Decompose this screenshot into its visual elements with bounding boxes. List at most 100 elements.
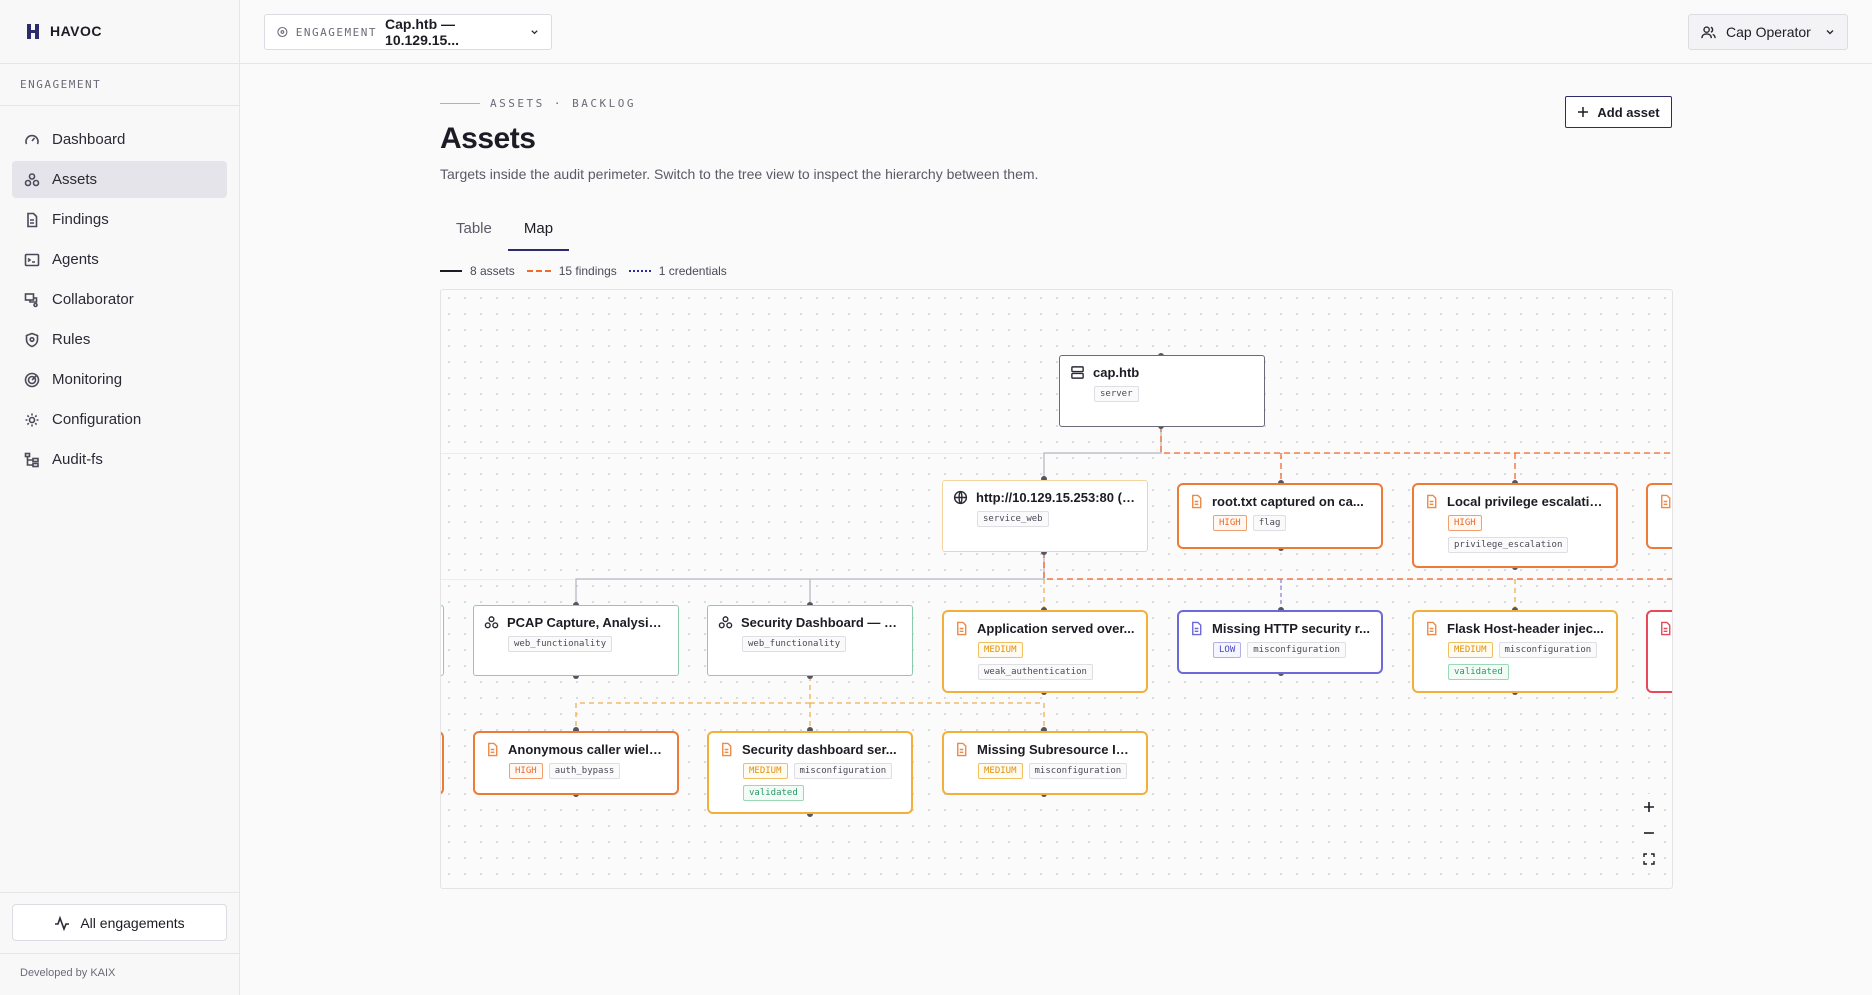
legend-findings-label: 15 findings bbox=[558, 264, 617, 278]
sidebar-item-collaborator[interactable]: Collaborator bbox=[12, 281, 227, 318]
map-node-web-functionality[interactable]: Security Dashboard — Ho... web_functiona… bbox=[707, 605, 913, 676]
havoc-logo-icon bbox=[26, 22, 40, 40]
gear-icon bbox=[25, 413, 39, 426]
page-title: Assets bbox=[440, 122, 536, 155]
sidebar-item-assets[interactable]: Assets bbox=[12, 161, 227, 198]
server-icon bbox=[1071, 366, 1084, 379]
divider bbox=[0, 105, 239, 106]
map-node-finding-partial[interactable] bbox=[1646, 483, 1672, 549]
edge-finding bbox=[1160, 426, 1672, 454]
map-node-web-service[interactable]: http://10.129.15.253:80 (ca... service_w… bbox=[942, 480, 1148, 552]
activity-icon bbox=[55, 915, 70, 931]
node-tag: web_functionality bbox=[508, 636, 613, 652]
divider bbox=[0, 63, 239, 64]
node-tag: weak_authentication bbox=[978, 664, 1093, 680]
zoom-in-button[interactable] bbox=[1636, 794, 1662, 820]
legend-dashed-line bbox=[526, 270, 551, 272]
sidebar-nav: Dashboard Assets Findings Agents Collabo… bbox=[12, 121, 227, 481]
finding-document-icon bbox=[722, 742, 732, 757]
plus-icon bbox=[1578, 107, 1589, 117]
severity-badge: MEDIUM bbox=[1448, 642, 1493, 658]
document-icon bbox=[27, 212, 38, 227]
sidebar-item-configuration[interactable]: Configuration bbox=[12, 401, 227, 438]
sidebar-item-label: Configuration bbox=[52, 411, 142, 428]
minus-icon bbox=[1644, 832, 1654, 834]
sidebar-item-label: Monitoring bbox=[52, 371, 123, 388]
divider bbox=[0, 892, 239, 893]
tree-icon bbox=[24, 452, 39, 467]
map-node-partial[interactable] bbox=[441, 731, 444, 795]
finding-document-icon bbox=[1661, 494, 1671, 509]
map-node-finding[interactable]: Anonymous caller wield... HIGH auth_bypas… bbox=[473, 731, 679, 795]
map-node-finding-partial[interactable] bbox=[1646, 610, 1672, 693]
sidebar-item-dashboard[interactable]: Dashboard bbox=[12, 121, 227, 158]
add-asset-button[interactable]: Add asset bbox=[1565, 96, 1672, 128]
finding-document-icon bbox=[1427, 494, 1437, 509]
engagement-select[interactable]: ENGAGEMENT Cap.htb — 10.129.15... bbox=[264, 14, 552, 50]
node-tag: misconfiguration bbox=[1498, 642, 1598, 658]
breadcrumb-text: ASSETS · BACKLOG bbox=[490, 97, 636, 110]
fullscreen-icon bbox=[1643, 853, 1655, 865]
terminal-icon bbox=[24, 253, 40, 266]
node-tag: flag bbox=[1252, 515, 1287, 531]
engagement-value: Cap.htb — 10.129.15... bbox=[385, 16, 459, 48]
legend-dotted-line bbox=[628, 270, 651, 272]
divider bbox=[0, 953, 239, 954]
user-menu-button[interactable]: Cap Operator bbox=[1688, 14, 1848, 50]
edge-finding bbox=[575, 676, 811, 730]
brand-logo[interactable]: HAVOC bbox=[26, 22, 102, 40]
node-tag: service_web bbox=[977, 511, 1049, 527]
map-node-server[interactable]: cap.htb server bbox=[1059, 355, 1265, 427]
assets-icon bbox=[484, 616, 499, 629]
sidebar-item-agents[interactable]: Agents bbox=[12, 241, 227, 278]
validated-badge: validated bbox=[1448, 664, 1509, 680]
node-tag: auth_bypass bbox=[548, 763, 621, 779]
brand-name: HAVOC bbox=[50, 23, 103, 39]
severity-badge: LOW bbox=[1213, 642, 1242, 658]
node-title: Security dashboard ser... bbox=[742, 742, 897, 757]
node-tag: web_functionality bbox=[742, 636, 847, 652]
finding-document-icon bbox=[1192, 621, 1202, 636]
node-title: root.txt captured on ca... bbox=[1212, 494, 1364, 509]
node-title: PCAP Capture, Analysis & ... bbox=[507, 615, 668, 630]
sidebar-item-monitoring[interactable]: Monitoring bbox=[12, 361, 227, 398]
map-node-finding[interactable]: Security dashboard ser... MEDIUM misconfi… bbox=[707, 731, 913, 814]
sidebar-item-audit-fs[interactable]: Audit-fs bbox=[12, 441, 227, 478]
view-tabs: Table Map bbox=[440, 214, 570, 251]
map-node-finding[interactable]: Local privilege escalatio... HIGH privile… bbox=[1412, 483, 1618, 568]
node-title: cap.htb bbox=[1093, 365, 1140, 380]
tab-map[interactable]: Map bbox=[507, 214, 570, 251]
map-node-finding[interactable]: Flask Host-header injec... MEDIUM misconf… bbox=[1412, 610, 1618, 693]
finding-document-icon bbox=[957, 742, 967, 757]
fit-view-button[interactable] bbox=[1636, 846, 1662, 872]
sidebar-item-label: Agents bbox=[52, 251, 99, 268]
map-node-finding[interactable]: Missing HTTP security r... LOW misconfigu… bbox=[1177, 610, 1383, 674]
zoom-out-button[interactable] bbox=[1636, 820, 1662, 846]
node-tag: server bbox=[1094, 386, 1139, 402]
sidebar-item-rules[interactable]: Rules bbox=[12, 321, 227, 358]
finding-document-icon bbox=[957, 621, 967, 636]
sidebar-section-label: ENGAGEMENT bbox=[20, 78, 102, 91]
map-node-web-functionality[interactable]: PCAP Capture, Analysis & ... web_functio… bbox=[473, 605, 679, 676]
legend-findings: 15 findings bbox=[526, 264, 617, 278]
collaborator-icon bbox=[24, 292, 38, 307]
finding-document-icon bbox=[1661, 621, 1671, 636]
map-node-partial[interactable] bbox=[441, 605, 444, 676]
tab-table[interactable]: Table bbox=[440, 214, 508, 251]
assets-icon bbox=[718, 616, 733, 629]
sidebar-item-label: Rules bbox=[52, 331, 91, 348]
sidebar-item-label: Collaborator bbox=[52, 291, 134, 308]
sidebar-item-label: Dashboard bbox=[52, 131, 126, 148]
asset-map-canvas[interactable]: cap.htb server http://10.129.15.253:80 (… bbox=[440, 289, 1673, 889]
map-node-finding[interactable]: Missing Subresource Int... MEDIUM misconf… bbox=[942, 731, 1148, 795]
sidebar-item-findings[interactable]: Findings bbox=[12, 201, 227, 238]
map-zoom-controls bbox=[1636, 794, 1662, 872]
breadcrumb: ASSETS · BACKLOG bbox=[440, 97, 636, 110]
legend-credentials: 1 credentials bbox=[628, 264, 727, 278]
severity-badge: HIGH bbox=[1448, 515, 1482, 531]
map-node-finding[interactable]: Application served over... MEDIUM weak_au… bbox=[942, 610, 1148, 693]
assets-icon bbox=[24, 172, 40, 186]
map-node-finding[interactable]: root.txt captured on ca... HIGH flag bbox=[1177, 483, 1383, 549]
edge-finding bbox=[810, 702, 1045, 730]
all-engagements-button[interactable]: All engagements bbox=[12, 904, 227, 941]
